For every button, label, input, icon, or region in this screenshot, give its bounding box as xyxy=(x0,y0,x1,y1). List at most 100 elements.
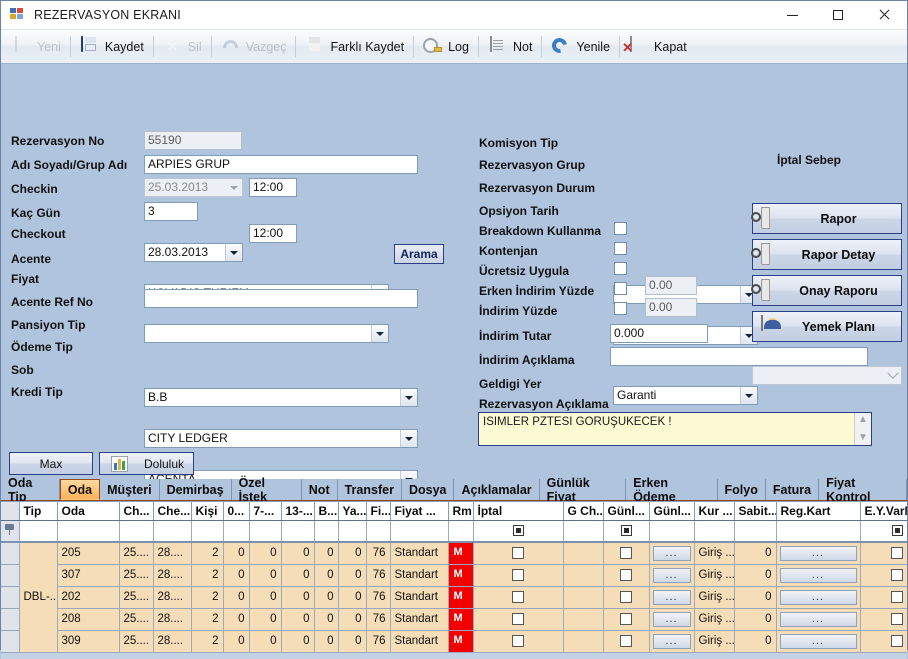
cell-gunl2[interactable]: ... xyxy=(649,586,694,608)
cell-c7[interactable]: 0 xyxy=(249,586,281,608)
ellipsis-button-regk[interactable]: ... xyxy=(780,590,857,605)
cell-c13[interactable]: 0 xyxy=(281,542,314,565)
grid-header-oda[interactable]: Oda xyxy=(57,502,119,521)
filter-cell-chout[interactable] xyxy=(153,521,191,542)
toolbar-farkli-kaydet-button[interactable]: Farklı Kaydet xyxy=(298,33,411,61)
minimize-button[interactable] xyxy=(769,1,815,29)
cell-kisi[interactable]: 2 xyxy=(191,564,223,586)
grid-header-c13[interactable]: 13-... xyxy=(281,502,314,521)
cell-gch[interactable] xyxy=(563,630,603,652)
cell-rm[interactable]: M xyxy=(448,564,473,586)
cell-gch[interactable] xyxy=(563,564,603,586)
grid-header-fiyat[interactable]: Fiyat ... xyxy=(390,502,448,521)
ellipsis-button-gunl2[interactable]: ... xyxy=(653,590,691,605)
row-checkbox-iptal[interactable] xyxy=(512,613,524,625)
table-row[interactable]: 30725....28....20000076StandartM...Giriş… xyxy=(1,564,907,586)
cell-c7[interactable]: 0 xyxy=(249,542,281,565)
grid-header-cfi[interactable]: Fi... xyxy=(366,502,390,521)
cell-cfi[interactable]: 76 xyxy=(366,608,390,630)
filter-cell-c7[interactable] xyxy=(249,521,281,542)
tab-folyo[interactable]: Folyo xyxy=(718,479,766,500)
cell-gch[interactable] xyxy=(563,608,603,630)
cell-c13[interactable]: 0 xyxy=(281,608,314,630)
rezervasyon-aciklama-textarea[interactable]: ISIMLER PZTESI GORUŞUKECEK ! ▲▼ xyxy=(478,412,872,446)
row-checkbox-eyvar[interactable] xyxy=(891,569,903,581)
memo-scrollbar[interactable]: ▲▼ xyxy=(854,413,871,445)
grid-header-gunl2[interactable]: Günl... xyxy=(649,502,694,521)
cell-oda[interactable]: 307 xyxy=(57,564,119,586)
odeme-tip-combo[interactable]: CITY LEDGER xyxy=(144,429,418,448)
cell-gunl2[interactable]: ... xyxy=(649,630,694,652)
row-checkbox-iptal[interactable] xyxy=(512,591,524,603)
checkout-time-input[interactable]: 12:00 xyxy=(249,224,297,243)
cell-c0[interactable]: 0 xyxy=(223,586,249,608)
indirim-yuzde-checkbox[interactable] xyxy=(614,302,627,315)
row-checkbox-iptal[interactable] xyxy=(512,635,524,647)
cell-cb[interactable]: 0 xyxy=(314,630,338,652)
table-row[interactable]: DBL-...20525....28....20000076StandartM.… xyxy=(1,542,907,565)
table-row[interactable]: 30925....28....20000076StandartM...Giriş… xyxy=(1,630,907,652)
cell-kur[interactable]: Giriş ... xyxy=(694,630,734,652)
cell-chout[interactable]: 28.... xyxy=(153,542,191,565)
toolbar-log-button[interactable]: Log xyxy=(416,33,476,61)
filter-checkbox-iptal[interactable] xyxy=(513,525,524,536)
toolbar-sil-button[interactable]: Sil xyxy=(156,33,209,61)
maximize-button[interactable] xyxy=(815,1,861,29)
row-checkbox-eyvar[interactable] xyxy=(891,613,903,625)
rapor-button[interactable]: Rapor xyxy=(752,203,902,234)
tab-fiyat-kontrol[interactable]: Fiyat Kontrol xyxy=(819,479,907,500)
cell-oda[interactable]: 205 xyxy=(57,542,119,565)
cell-chin[interactable]: 25.... xyxy=(119,608,153,630)
cell-gunl1[interactable] xyxy=(603,564,649,586)
cell-iptal[interactable] xyxy=(473,586,563,608)
ellipsis-button-regk[interactable]: ... xyxy=(780,546,857,561)
cell-c7[interactable]: 0 xyxy=(249,564,281,586)
cell-rm[interactable]: M xyxy=(448,608,473,630)
tab-ozel-istek[interactable]: Özel İstek xyxy=(232,479,302,500)
filter-cell-chin[interactable] xyxy=(119,521,153,542)
grid-header-cb[interactable]: B... xyxy=(314,502,338,521)
grid-header-tip[interactable]: Tip xyxy=(19,502,57,521)
cell-rm[interactable]: M xyxy=(448,542,473,565)
toolbar-vazgec-button[interactable]: Vazgeç xyxy=(214,33,294,61)
cell-cb[interactable]: 0 xyxy=(314,542,338,565)
cell-rm[interactable]: M xyxy=(448,586,473,608)
tab-oda-tip[interactable]: Oda Tip xyxy=(1,479,60,500)
cell-cya[interactable]: 0 xyxy=(338,564,366,586)
cell-cya[interactable]: 0 xyxy=(338,586,366,608)
yemek-plani-button[interactable]: Yemek Planı xyxy=(752,311,902,342)
cell-gunl2[interactable]: ... xyxy=(649,542,694,565)
cell-fiyat[interactable]: Standart xyxy=(390,564,448,586)
row-checkbox-iptal[interactable] xyxy=(512,569,524,581)
cell-gunl2[interactable]: ... xyxy=(649,564,694,586)
ellipsis-button-regk[interactable]: ... xyxy=(780,634,857,649)
cell-c0[interactable]: 0 xyxy=(223,564,249,586)
cell-sabit[interactable]: 0 xyxy=(734,630,776,652)
row-checkbox-gunl1[interactable] xyxy=(620,591,632,603)
cell-rm[interactable]: M xyxy=(448,630,473,652)
cell-chout[interactable]: 28.... xyxy=(153,586,191,608)
cell-chout[interactable]: 28.... xyxy=(153,564,191,586)
acente-ref-no-input[interactable] xyxy=(144,289,418,308)
filter-cell-rm[interactable] xyxy=(448,521,473,542)
cell-regk[interactable]: ... xyxy=(776,630,860,652)
cell-fiyat[interactable]: Standart xyxy=(390,630,448,652)
filter-cell-gunl2[interactable] xyxy=(649,521,694,542)
rezervasyon-no-input[interactable]: 55190 xyxy=(144,131,242,150)
cell-regk[interactable]: ... xyxy=(776,586,860,608)
iptal-sebep-combo[interactable] xyxy=(752,366,902,385)
row-checkbox-gunl1[interactable] xyxy=(620,569,632,581)
cell-gunl1[interactable] xyxy=(603,586,649,608)
indirim-tutar-input[interactable]: 0.000 xyxy=(610,324,708,343)
cell-regk[interactable]: ... xyxy=(776,542,860,565)
cell-sabit[interactable]: 0 xyxy=(734,608,776,630)
grid-header-cya[interactable]: Ya... xyxy=(338,502,366,521)
ellipsis-button-regk[interactable]: ... xyxy=(780,612,857,627)
filter-cell-sabit[interactable] xyxy=(734,521,776,542)
cell-eyvar[interactable] xyxy=(860,630,907,652)
grid-header-chout[interactable]: Che... xyxy=(153,502,191,521)
cell-eyvar[interactable] xyxy=(860,542,907,565)
cell-chin[interactable]: 25.... xyxy=(119,564,153,586)
cell-gch[interactable] xyxy=(563,542,603,565)
cell-regk[interactable]: ... xyxy=(776,608,860,630)
